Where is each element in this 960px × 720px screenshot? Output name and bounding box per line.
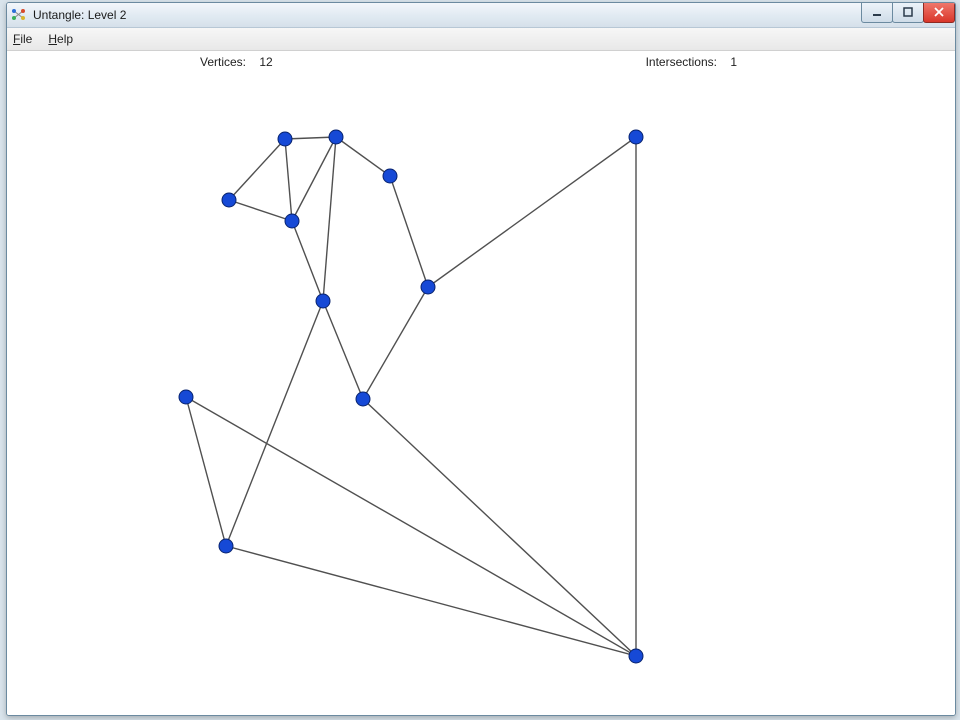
intersections-label: Intersections:: [646, 55, 717, 69]
graph-vertex[interactable]: [179, 390, 193, 404]
graph-vertex[interactable]: [219, 539, 233, 553]
graph-vertex[interactable]: [316, 294, 330, 308]
graph-vertex[interactable]: [629, 130, 643, 144]
graph-edge: [186, 397, 636, 656]
graph-svg: [7, 73, 955, 715]
graph-edge: [226, 546, 636, 656]
graph-edge: [229, 139, 285, 200]
game-canvas[interactable]: [7, 73, 955, 715]
intersections-block: Intersections: 1: [646, 55, 737, 69]
graph-edge: [336, 137, 390, 176]
maximize-icon: [903, 7, 913, 17]
vertices-value: 12: [259, 55, 272, 69]
maximize-button[interactable]: [892, 2, 924, 23]
menu-file[interactable]: File: [13, 32, 32, 46]
menu-help[interactable]: Help: [48, 32, 73, 46]
graph-edge: [285, 139, 292, 221]
window-controls: [862, 2, 955, 22]
graph-edge: [292, 221, 323, 301]
minimize-icon: [872, 7, 882, 17]
menu-file-rest: ile: [20, 32, 32, 46]
titlebar[interactable]: Untangle: Level 2: [7, 3, 955, 28]
graph-edge: [285, 137, 336, 139]
vertices-layer: [179, 130, 643, 663]
graph-vertex[interactable]: [421, 280, 435, 294]
graph-edge: [186, 397, 226, 546]
menu-help-rest: elp: [57, 32, 73, 46]
graph-edge: [229, 200, 292, 221]
graph-edge: [390, 176, 428, 287]
graph-vertex[interactable]: [285, 214, 299, 228]
graph-edge: [363, 399, 636, 656]
edges-layer: [186, 137, 636, 656]
graph-vertex[interactable]: [222, 193, 236, 207]
graph-edge: [226, 301, 323, 546]
vertices-label: Vertices:: [200, 55, 246, 69]
window-title: Untangle: Level 2: [33, 8, 126, 22]
graph-vertex[interactable]: [278, 132, 292, 146]
graph-vertex[interactable]: [629, 649, 643, 663]
vertices-block: Vertices: 12: [200, 55, 273, 69]
graph-edge: [292, 137, 336, 221]
graph-vertex[interactable]: [383, 169, 397, 183]
minimize-button[interactable]: [861, 2, 893, 23]
app-window: Untangle: Level 2 File Help: [6, 2, 956, 716]
status-row: Vertices: 12 Intersections: 1: [7, 51, 955, 73]
app-icon: [11, 7, 27, 23]
graph-edge: [363, 287, 428, 399]
close-button[interactable]: [923, 2, 955, 23]
graph-vertex[interactable]: [356, 392, 370, 406]
graph-edge: [323, 301, 363, 399]
graph-edge: [428, 137, 636, 287]
intersections-value: 1: [730, 55, 737, 69]
graph-vertex[interactable]: [329, 130, 343, 144]
close-icon: [934, 7, 944, 17]
menubar: File Help: [7, 28, 955, 51]
graph-edge: [323, 137, 336, 301]
